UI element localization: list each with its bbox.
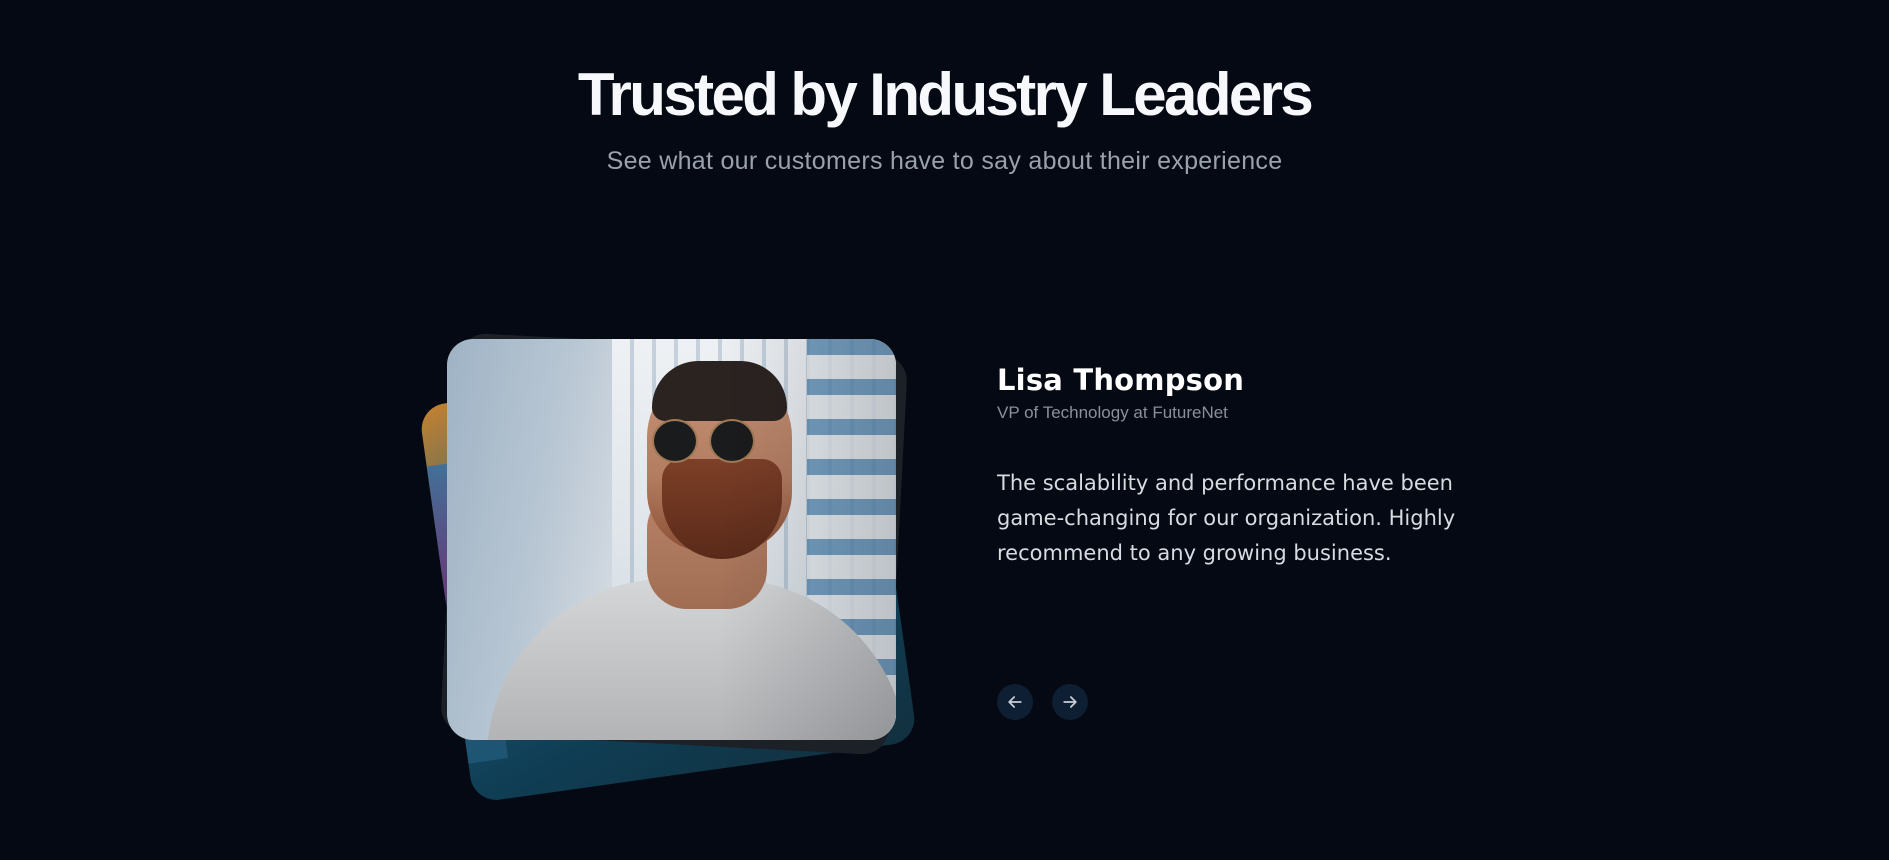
section-title: Trusted by Industry Leaders: [577, 61, 1314, 128]
photo-shade-overlay: [447, 339, 896, 740]
arrow-right-icon: [1063, 696, 1077, 708]
testimonial-quote: The scalability and performance have bee…: [997, 471, 1456, 565]
author-name: Lisa Thompson: [997, 363, 1245, 397]
testimonial-card-stack: [400, 330, 920, 804]
section-subtitle: See what our customers have to say about…: [606, 147, 1283, 175]
previous-button[interactable]: [997, 684, 1033, 720]
next-button[interactable]: [1052, 684, 1088, 720]
author-role: VP of Technology at FutureNet: [997, 403, 1228, 422]
arrow-left-icon: [1008, 696, 1022, 708]
testimonial-photo: [447, 339, 896, 740]
